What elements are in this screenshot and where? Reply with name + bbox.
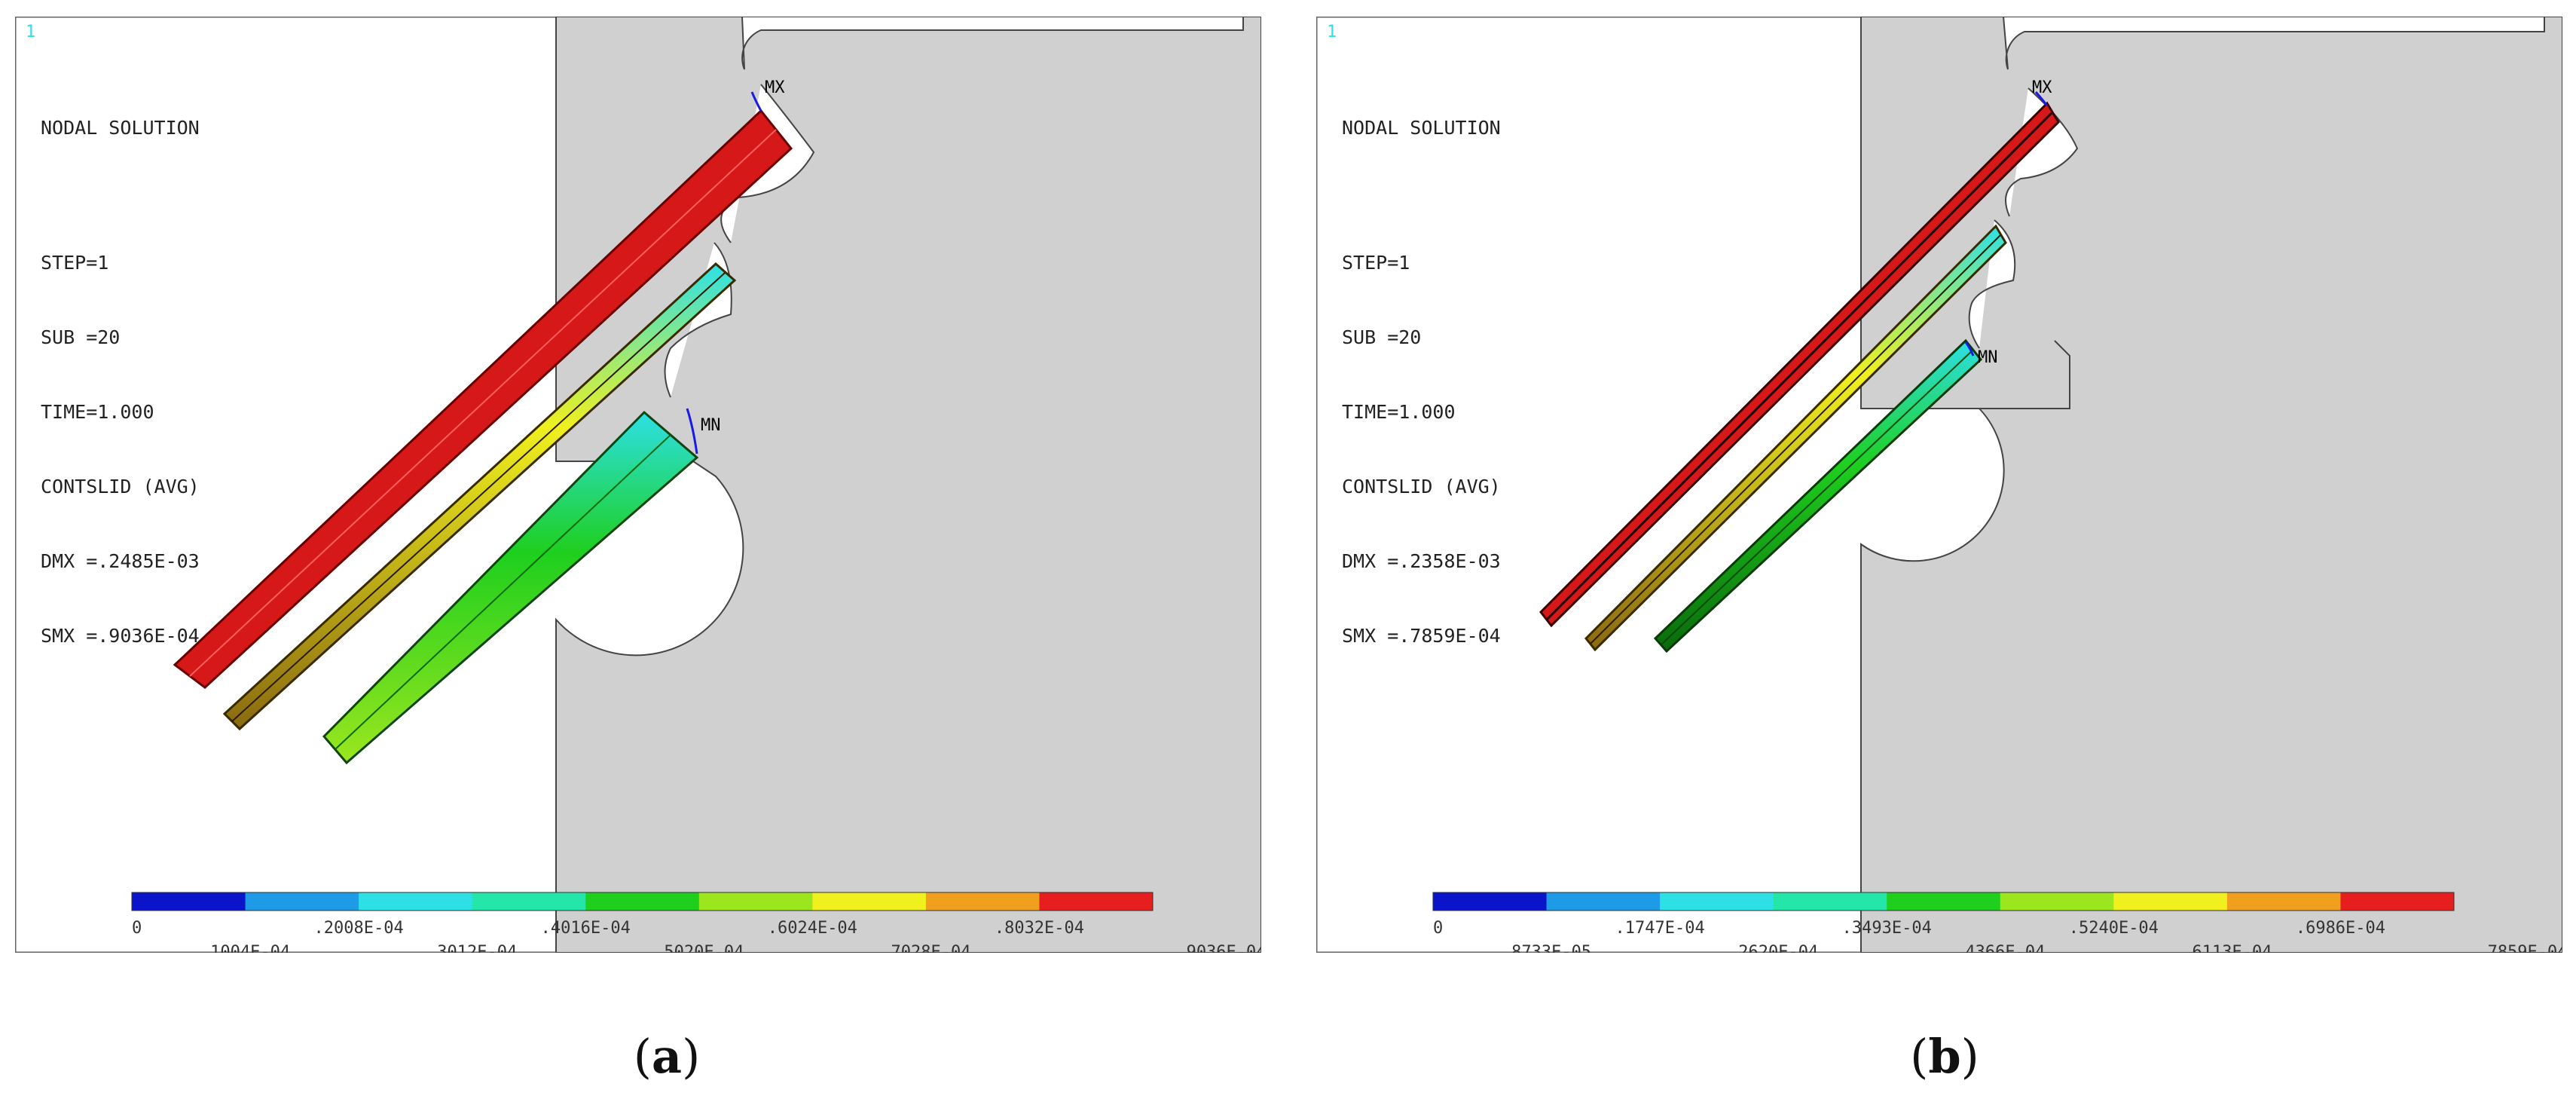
panel-a: 0 .2008E-04 .4016E-04 .6024E-04 .8032E-04 .10… [15, 17, 1261, 953]
legend-tick-label: .6024E-04 [768, 919, 857, 938]
result-text: CONTSLID (AVG) [1342, 476, 1501, 497]
legend-swatch [2226, 892, 2341, 911]
mn-label: MN [1978, 348, 1998, 367]
legend-swatch [585, 892, 700, 911]
smx-text: SMX =.9036E-04 [41, 625, 200, 647]
legend-swatch [1433, 892, 1548, 911]
legend-tick-label: .2620E-04 [1728, 943, 1818, 953]
window-number: 1 [1327, 23, 1337, 41]
caption-letter: b [1928, 1029, 1961, 1084]
legend-swatch [1887, 892, 2001, 911]
legend-swatch [698, 892, 813, 911]
legend-tick-label: .4016E-04 [541, 919, 631, 938]
step-text: STEP=1 [1342, 252, 1410, 274]
caption-letter: a [651, 1029, 683, 1084]
caption-b: (b) [1910, 1029, 1979, 1084]
time-text: TIME=1.000 [1342, 401, 1456, 423]
legend-swatch [2113, 892, 2228, 911]
legend-tick-label: .2008E-04 [314, 919, 404, 938]
legend-swatch [132, 892, 246, 911]
result-text: CONTSLID (AVG) [41, 476, 200, 497]
legend-swatch [245, 892, 359, 911]
legend-tick-label: .7859E-04 [2477, 943, 2562, 953]
sub-text: SUB =20 [1342, 326, 1422, 348]
legend-tick-label: 0 [132, 919, 142, 938]
dmx-text: DMX =.2485E-03 [41, 550, 200, 572]
legend-tick-label: .3493E-04 [1842, 919, 1932, 938]
legend-tick-label: .5020E-04 [654, 943, 744, 953]
step-text: STEP=1 [41, 252, 109, 274]
legend-swatch [359, 892, 473, 911]
legend-tick-label: .8032E-04 [995, 919, 1084, 938]
panel-b: 0 .1747E-04 .3493E-04 .5240E-04 .6986E-04 .87… [1316, 17, 2562, 953]
legend-tick-label: .3012E-04 [427, 943, 517, 953]
legend-swatch [2000, 892, 2114, 911]
plot-title: NODAL SOLUTION [41, 117, 200, 139]
legend-swatch [472, 892, 586, 911]
legend-swatch [1773, 892, 1887, 911]
legend-swatch [812, 892, 927, 911]
mn-label: MN [701, 416, 721, 435]
legend-tick-label: .5240E-04 [2069, 919, 2159, 938]
dmx-text: DMX =.2358E-03 [1342, 550, 1501, 572]
legend-swatch [2340, 892, 2455, 911]
legend-tick-label: .4366E-04 [1955, 943, 2045, 953]
legend-tick-label: .8733E-05 [1502, 943, 1591, 953]
info-block-b: 1 NODAL SOLUTION STEP=1 SUB =20 TIME=1.0… [1327, 23, 1501, 698]
legend-swatch [1546, 892, 1661, 911]
fea-plot-b: 0 .1747E-04 .3493E-04 .5240E-04 .6986E-04 .87… [1316, 17, 2562, 953]
fea-plot-a: 0 .2008E-04 .4016E-04 .6024E-04 .8032E-04 .10… [15, 17, 1261, 953]
legend-tick-label: .9036E-04 [1176, 943, 1261, 953]
window-number: 1 [26, 23, 36, 41]
legend-tick-label: .1747E-04 [1615, 919, 1705, 938]
legend-swatch [1039, 892, 1154, 911]
time-text: TIME=1.000 [41, 401, 154, 423]
caption-a: (a) [633, 1029, 701, 1084]
legend-swatch [1660, 892, 1774, 911]
legend-tick-label: .6986E-04 [2296, 919, 2385, 938]
info-block-a: 1 NODAL SOLUTION STEP=1 SUB =20 TIME=1.0… [26, 23, 200, 698]
legend-tick-label: .1004E-04 [200, 943, 290, 953]
plot-title: NODAL SOLUTION [1342, 117, 1501, 139]
mx-label: MX [765, 78, 785, 97]
sub-text: SUB =20 [41, 326, 121, 348]
smx-text: SMX =.7859E-04 [1342, 625, 1501, 647]
legend-tick-label: .7028E-04 [881, 943, 970, 953]
legend-tick-label: .6113E-04 [2182, 943, 2272, 953]
legend-tick-label: 0 [1433, 919, 1443, 938]
mx-label: MX [2032, 78, 2052, 97]
legend-swatch [925, 892, 1040, 911]
